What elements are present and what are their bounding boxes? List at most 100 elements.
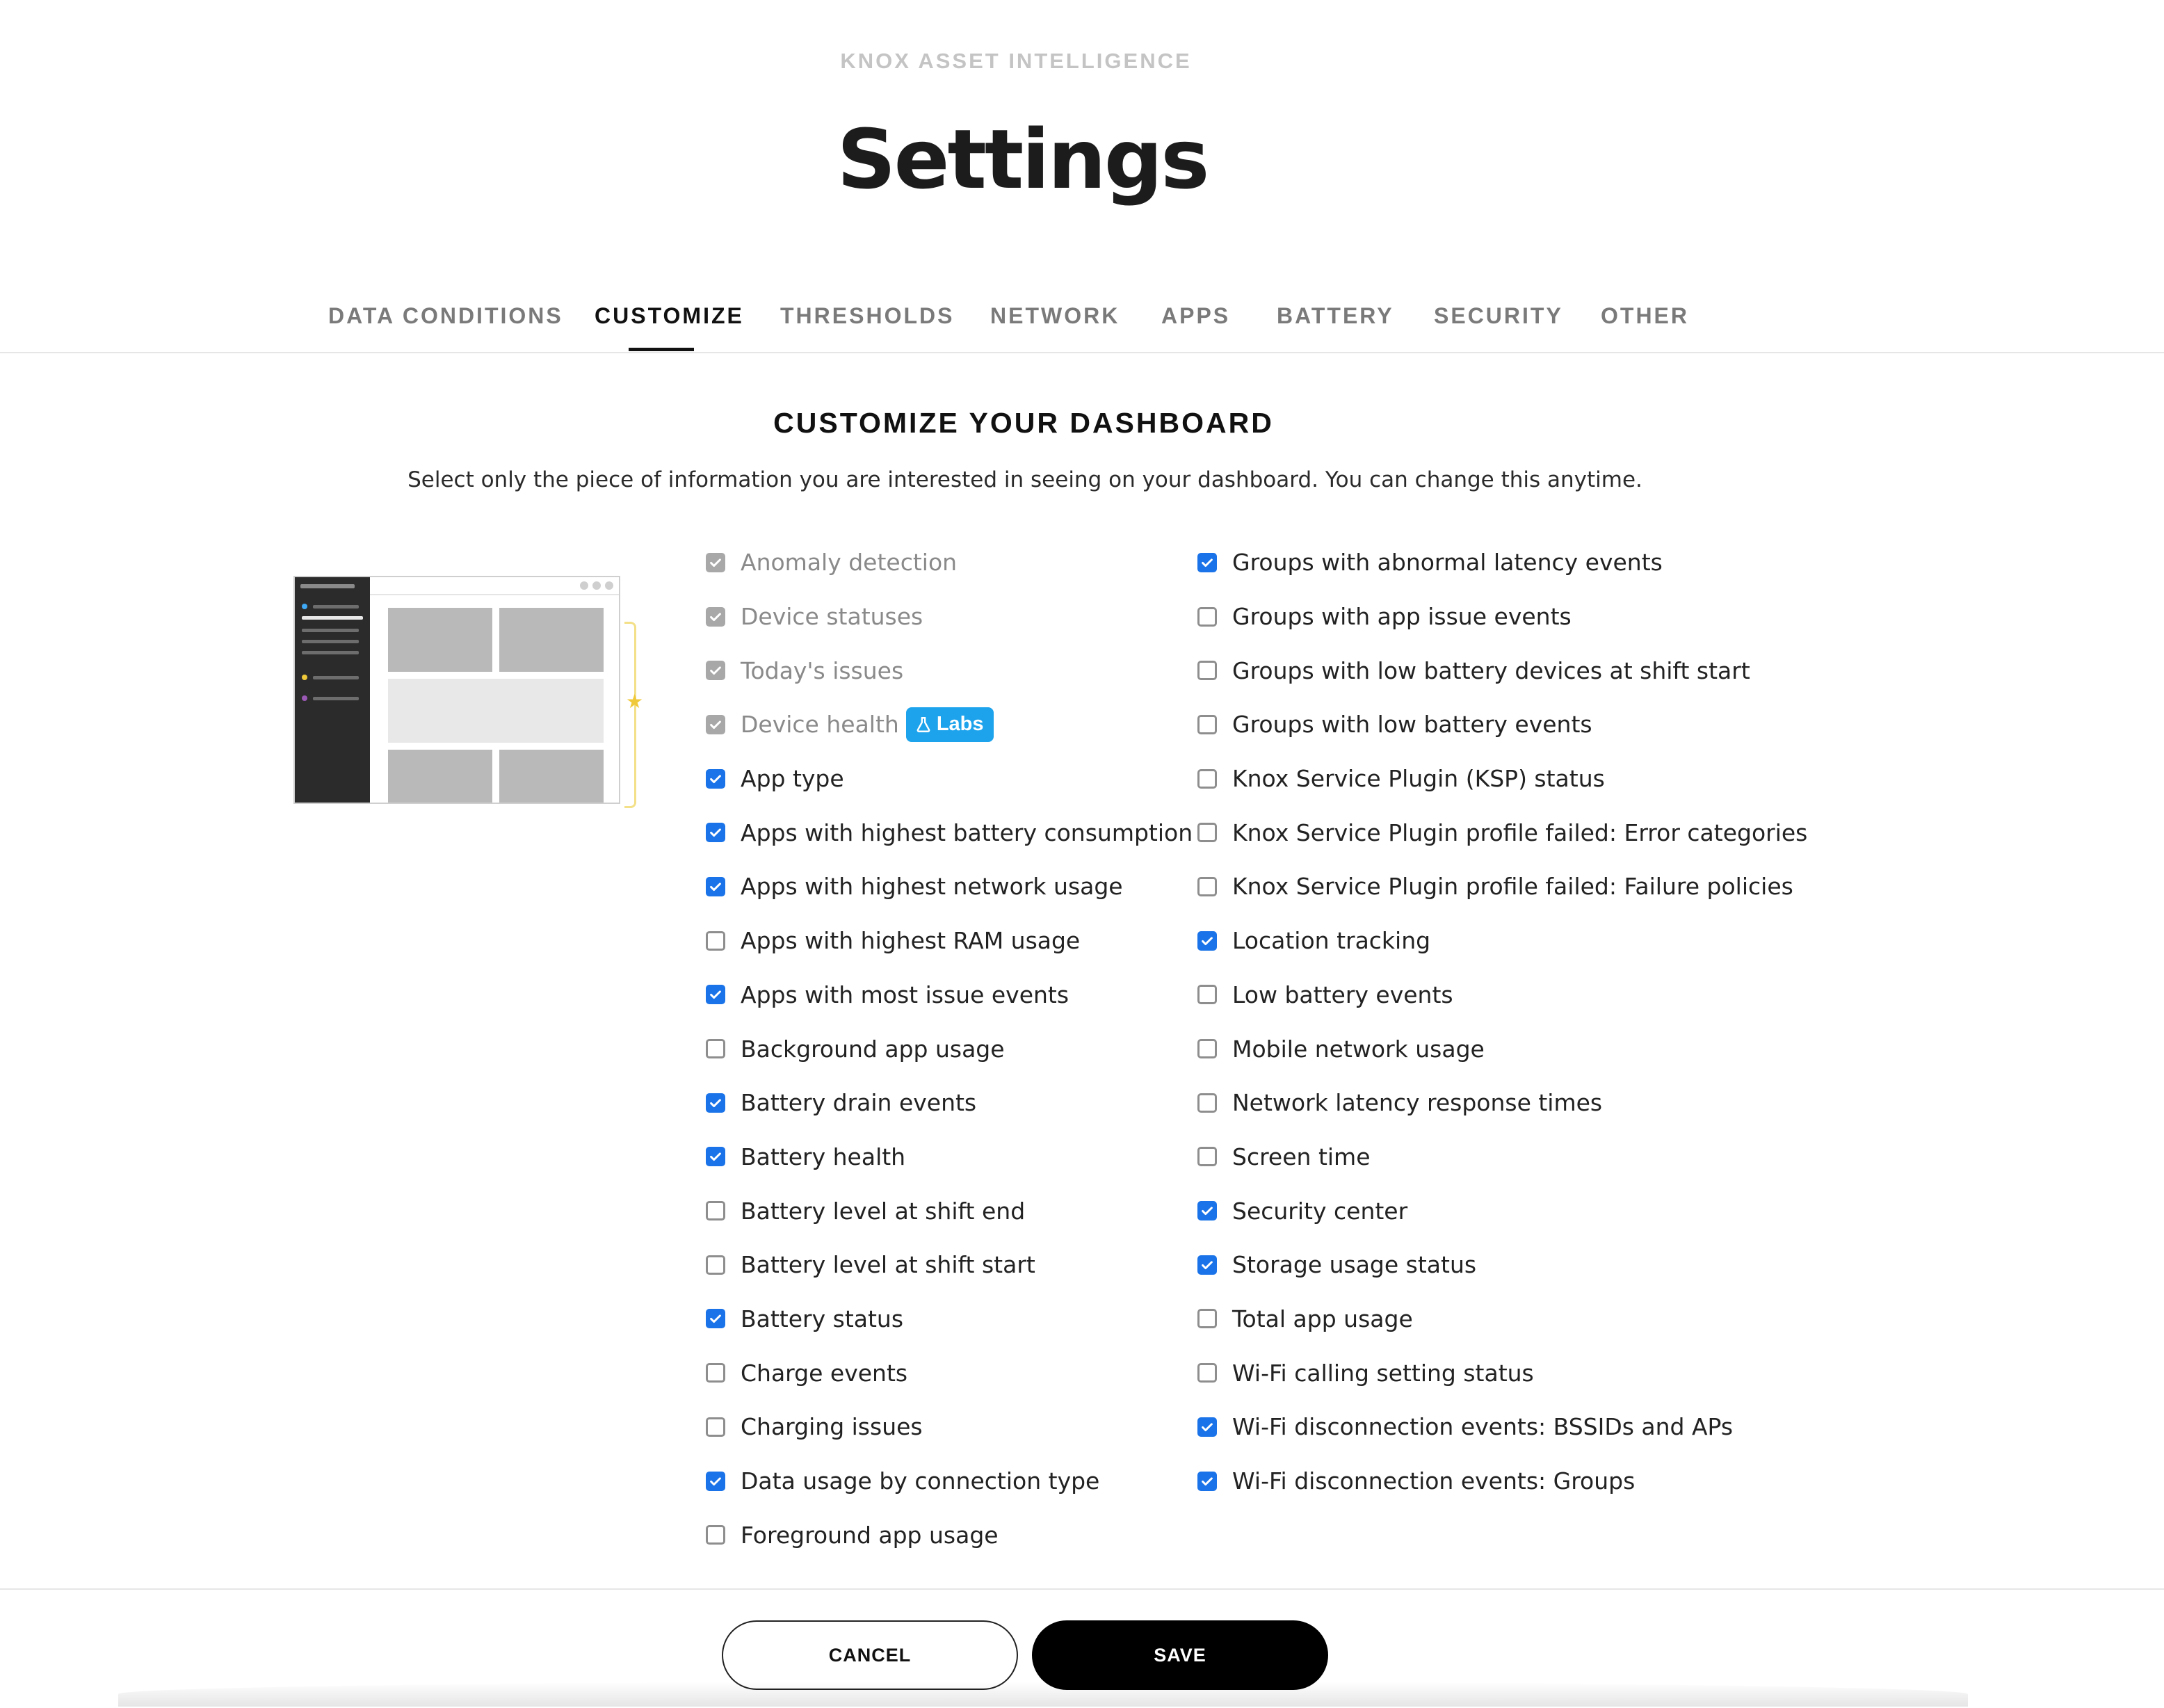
checkbox[interactable] bbox=[706, 1309, 725, 1329]
checkbox[interactable] bbox=[706, 1147, 725, 1167]
checkbox[interactable] bbox=[706, 1525, 725, 1545]
checkbox[interactable] bbox=[706, 1201, 725, 1221]
checkbox-item-battery-drain-events[interactable]: Battery drain events bbox=[706, 1076, 1193, 1130]
checkbox-item-low-battery-events[interactable]: Low battery events bbox=[1197, 968, 1807, 1022]
checkbox-item-wi-fi-disconnection-events-bssids-and-aps[interactable]: Wi-Fi disconnection events: BSSIDs and A… bbox=[1197, 1400, 1807, 1454]
checkmark-icon bbox=[710, 1314, 721, 1323]
checkbox[interactable] bbox=[1197, 552, 1217, 572]
checkmark-icon bbox=[710, 883, 721, 892]
checkbox-label: Battery status bbox=[741, 1305, 904, 1332]
checkmark-icon bbox=[710, 775, 721, 783]
tab-battery[interactable]: BATTERY bbox=[1277, 303, 1394, 352]
checkbox[interactable] bbox=[1197, 1471, 1217, 1491]
checkbox-item-groups-with-app-issue-events[interactable]: Groups with app issue events bbox=[1197, 590, 1807, 644]
checkbox-label: Knox Service Plugin profile failed: Erro… bbox=[1232, 819, 1808, 846]
checkbox[interactable] bbox=[706, 876, 725, 896]
checkbox[interactable] bbox=[1197, 1255, 1217, 1275]
tab-security[interactable]: SECURITY bbox=[1434, 303, 1563, 352]
preview-line bbox=[313, 676, 359, 679]
checkbox[interactable] bbox=[1197, 1201, 1217, 1221]
checkbox-item-groups-with-low-battery-events[interactable]: Groups with low battery events bbox=[1197, 698, 1807, 752]
checkbox-item-total-app-usage[interactable]: Total app usage bbox=[1197, 1292, 1807, 1346]
checkbox-label: Charging issues bbox=[741, 1413, 923, 1441]
checkmark-icon bbox=[1202, 937, 1213, 945]
checkbox-item-knox-service-plugin-ksp-status[interactable]: Knox Service Plugin (KSP) status bbox=[1197, 752, 1807, 806]
preview-line bbox=[302, 651, 359, 654]
checkbox-item-network-latency-response-times[interactable]: Network latency response times bbox=[1197, 1076, 1807, 1130]
checkbox-label: Battery level at shift end bbox=[741, 1197, 1026, 1225]
checkbox-item-apps-with-highest-battery-consumption[interactable]: Apps with highest battery consumption bbox=[706, 805, 1193, 860]
checkmark-icon bbox=[710, 828, 721, 837]
checkbox-item-wi-fi-disconnection-events-groups[interactable]: Wi-Fi disconnection events: Groups bbox=[1197, 1454, 1807, 1508]
checkbox[interactable] bbox=[1197, 1093, 1217, 1113]
checkbox[interactable] bbox=[706, 1039, 725, 1059]
checkbox-label: App type bbox=[741, 765, 844, 793]
checkbox-item-foreground-app-usage[interactable]: Foreground app usage bbox=[706, 1508, 1193, 1562]
checkbox-item-groups-with-abnormal-latency-events[interactable]: Groups with abnormal latency events bbox=[1197, 535, 1807, 590]
checkbox[interactable] bbox=[1197, 930, 1217, 951]
checkbox[interactable] bbox=[706, 985, 725, 1005]
checkbox-label: Device statuses bbox=[741, 603, 923, 631]
page-title: Settings bbox=[837, 111, 1210, 207]
checkbox[interactable] bbox=[1197, 1417, 1217, 1437]
checkbox[interactable] bbox=[706, 823, 725, 843]
checkbox-item-location-tracking[interactable]: Location tracking bbox=[1197, 914, 1807, 968]
checkbox-item-battery-level-at-shift-end[interactable]: Battery level at shift end bbox=[706, 1184, 1193, 1238]
preview-card bbox=[388, 608, 492, 672]
tab-network[interactable]: NETWORK bbox=[990, 303, 1120, 352]
checkbox-item-wi-fi-calling-setting-status[interactable]: Wi-Fi calling setting status bbox=[1197, 1346, 1807, 1400]
checkbox-item-background-app-usage[interactable]: Background app usage bbox=[706, 1022, 1193, 1076]
checkbox-item-battery-health[interactable]: Battery health bbox=[706, 1130, 1193, 1184]
checkbox-item-knox-service-plugin-profile-failed-failure-policies[interactable]: Knox Service Plugin profile failed: Fail… bbox=[1197, 860, 1807, 914]
checkbox[interactable] bbox=[1197, 985, 1217, 1005]
checkbox-item-storage-usage-status[interactable]: Storage usage status bbox=[1197, 1238, 1807, 1292]
checkbox[interactable] bbox=[1197, 876, 1217, 896]
checkbox[interactable] bbox=[1197, 1147, 1217, 1167]
preview-line bbox=[302, 640, 359, 643]
checkbox-item-groups-with-low-battery-devices-at-shift-start[interactable]: Groups with low battery devices at shift… bbox=[1197, 643, 1807, 698]
checkbox[interactable] bbox=[706, 1471, 725, 1491]
checkbox[interactable] bbox=[1197, 823, 1217, 843]
checkbox-item-charging-issues[interactable]: Charging issues bbox=[706, 1400, 1193, 1454]
tab-thresholds[interactable]: THRESHOLDS bbox=[780, 303, 954, 352]
checkbox-item-battery-level-at-shift-start[interactable]: Battery level at shift start bbox=[706, 1238, 1193, 1292]
checkmark-icon bbox=[710, 1099, 721, 1107]
checkbox[interactable] bbox=[706, 930, 725, 951]
labs-badge: Labs bbox=[905, 707, 994, 742]
checkbox[interactable] bbox=[1197, 714, 1217, 734]
checkbox[interactable] bbox=[1197, 606, 1217, 627]
checkbox[interactable] bbox=[1197, 1309, 1217, 1329]
checkbox-item-app-type[interactable]: App type bbox=[706, 752, 1193, 806]
checkbox[interactable] bbox=[706, 1417, 725, 1437]
tab-apps[interactable]: APPS bbox=[1161, 303, 1230, 352]
checkbox[interactable] bbox=[1197, 768, 1217, 789]
checklist-left-column: Anomaly detection Device statuses Today's … bbox=[706, 535, 1193, 1562]
tab-other[interactable]: OTHER bbox=[1601, 303, 1689, 352]
checkbox[interactable] bbox=[706, 1363, 725, 1383]
checkmark-icon bbox=[710, 666, 721, 675]
tab-data-conditions[interactable]: DATA CONDITIONS bbox=[328, 303, 563, 352]
checkbox[interactable] bbox=[706, 1255, 725, 1275]
checkbox-label: Device health bbox=[741, 711, 899, 739]
checkbox-label: Charge events bbox=[741, 1359, 908, 1387]
cancel-button[interactable]: CANCEL bbox=[722, 1620, 1018, 1690]
checkbox[interactable] bbox=[706, 1093, 725, 1113]
checkbox-item-apps-with-highest-ram-usage[interactable]: Apps with highest RAM usage bbox=[706, 914, 1193, 968]
checkbox-item-apps-with-most-issue-events[interactable]: Apps with most issue events bbox=[706, 968, 1193, 1022]
checkbox-item-knox-service-plugin-profile-failed-error-categories[interactable]: Knox Service Plugin profile failed: Erro… bbox=[1197, 805, 1807, 860]
checkbox-label: Storage usage status bbox=[1232, 1251, 1477, 1279]
save-button[interactable]: SAVE bbox=[1032, 1620, 1328, 1690]
checkbox-label: Anomaly detection bbox=[741, 549, 958, 577]
checkbox[interactable] bbox=[1197, 1039, 1217, 1059]
checkbox[interactable] bbox=[706, 768, 725, 789]
checkbox-item-apps-with-highest-network-usage[interactable]: Apps with highest network usage bbox=[706, 860, 1193, 914]
checkbox-item-screen-time[interactable]: Screen time bbox=[1197, 1130, 1807, 1184]
checkbox-item-security-center[interactable]: Security center bbox=[1197, 1184, 1807, 1238]
checkbox-item-data-usage-by-connection-type[interactable]: Data usage by connection type bbox=[706, 1454, 1193, 1508]
checkbox-item-charge-events[interactable]: Charge events bbox=[706, 1346, 1193, 1400]
checkbox-item-mobile-network-usage[interactable]: Mobile network usage bbox=[1197, 1022, 1807, 1076]
checkbox-item-battery-status[interactable]: Battery status bbox=[706, 1292, 1193, 1346]
checkbox[interactable] bbox=[1197, 1363, 1217, 1383]
tab-customize[interactable]: CUSTOMIZE bbox=[595, 303, 744, 352]
checkbox[interactable] bbox=[1197, 661, 1217, 681]
